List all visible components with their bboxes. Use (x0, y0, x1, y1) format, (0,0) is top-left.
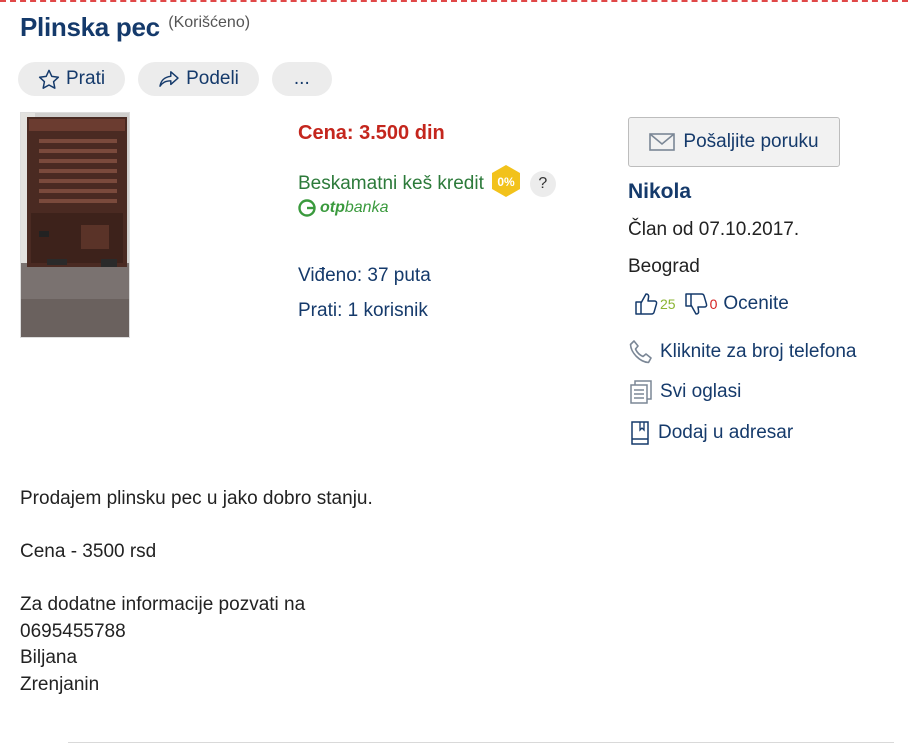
action-bar: Prati Podeli ... (18, 62, 332, 96)
seller-name[interactable]: Nikola (628, 180, 691, 204)
listing-title: Plinska pec (20, 12, 160, 42)
thumbs-up-icon[interactable] (634, 292, 658, 316)
all-ads-link[interactable]: Svi oglasi (628, 379, 741, 405)
thumbs-down-icon[interactable] (684, 292, 708, 316)
bank-logo: otpbanka (298, 199, 388, 217)
zero-percent-badge: 0% (490, 164, 522, 203)
dislikes-count: 0 (709, 296, 718, 312)
more-options-button[interactable]: ... (271, 62, 332, 96)
listing-description: Prodajem plinsku pec u jako dobro stanju… (20, 488, 373, 695)
share-button[interactable]: Podeli (138, 62, 259, 96)
price: Cena: 3.500 din (298, 122, 445, 144)
phone-number-link[interactable]: Kliknite za broj telefona (628, 339, 856, 365)
member-since: Član od 07.10.2017. (628, 219, 800, 240)
send-message-button[interactable]: Pošaljite poruku (628, 117, 840, 167)
star-icon (38, 69, 60, 89)
views-count: Viđeno: 37 puta (298, 265, 431, 286)
all-ads-link-label: Svi oglasi (660, 381, 742, 402)
top-dashed-border (0, 0, 908, 2)
rate-seller-link[interactable]: Ocenite (723, 293, 788, 315)
follow-button[interactable]: Prati (18, 62, 126, 96)
seller-city: Beograd (628, 256, 700, 277)
address-book-icon (631, 421, 649, 445)
followers-count: Prati: 1 korisnik (298, 300, 428, 321)
listing-photo[interactable] (20, 112, 130, 338)
likes-count: 25 (660, 296, 676, 312)
heater-photo-image (21, 113, 129, 337)
seller-rating: 25 0 Ocenite (634, 292, 789, 316)
envelope-icon (649, 133, 676, 151)
add-to-address-book-link[interactable]: Dodaj u adresar (628, 420, 793, 446)
ads-list-icon (630, 380, 652, 404)
section-divider (68, 742, 894, 743)
bank-logo-text: otpbanka (320, 199, 389, 216)
credit-help-button[interactable]: ? (529, 170, 556, 197)
zero-percent-badge-text: 0% (497, 175, 515, 189)
phone-icon (629, 340, 652, 364)
share-button-label: Podeli (186, 68, 239, 89)
share-icon (159, 71, 179, 87)
credit-label: Beskamatni keš kredit (298, 172, 484, 194)
follow-button-label: Prati (66, 68, 106, 89)
listing-header: Plinska pec (Korišćeno) (20, 12, 250, 43)
credit-offer[interactable]: Beskamatni keš kredit 0% ? (298, 164, 556, 203)
condition-label: (Korišćeno) (168, 14, 251, 31)
phone-number-link-label: Kliknite za broj telefona (660, 341, 857, 362)
add-to-address-book-label: Dodaj u adresar (658, 422, 794, 443)
otp-logo-icon (298, 199, 316, 217)
more-options-label: ... (293, 68, 310, 89)
send-message-label: Pošaljite poruku (683, 131, 819, 152)
